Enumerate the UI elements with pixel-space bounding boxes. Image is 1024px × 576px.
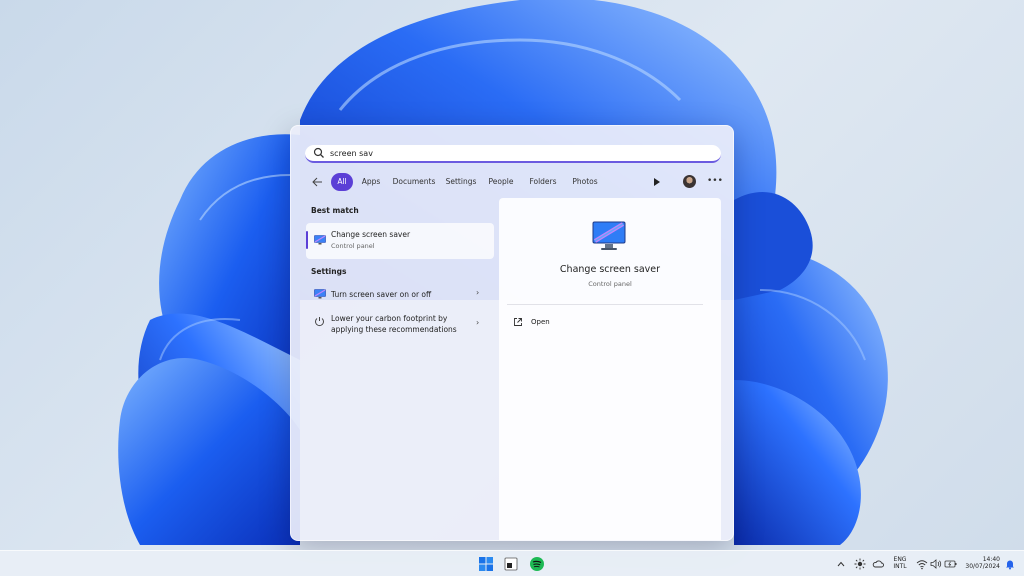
best-match-result[interactable]: Change screen saver Control panel xyxy=(306,223,494,259)
taskbar: ENG INTL 14:40 30/07/2024 xyxy=(0,550,1024,576)
monitor-icon xyxy=(592,221,626,250)
chevron-right-icon: › xyxy=(476,318,480,327)
chevron-up-icon[interactable] xyxy=(836,559,846,569)
brightness-icon[interactable] xyxy=(854,558,866,570)
more-icon[interactable]: ••• xyxy=(707,176,723,186)
wifi-icon[interactable] xyxy=(916,558,928,570)
leaf-icon xyxy=(315,317,324,327)
play-icon[interactable] xyxy=(653,177,661,187)
settings-result-screen-saver[interactable]: Turn screen saver on or off › xyxy=(306,284,494,304)
settings-result-title-line2: applying these recommendations xyxy=(331,325,457,334)
detail-subtitle: Control panel xyxy=(588,280,632,288)
settings-header: Settings xyxy=(311,267,347,276)
filter-tabs: All Apps Documents Settings People Folde… xyxy=(311,173,723,191)
results-list: Best match Change screen saver Control p… xyxy=(291,198,499,540)
monitor-icon xyxy=(314,235,326,245)
clock-date: 30/07/2024 xyxy=(965,563,1000,570)
selection-indicator xyxy=(306,231,308,249)
filter-tab-all[interactable]: All xyxy=(331,173,353,191)
settings-result-title: Turn screen saver on or off xyxy=(331,290,432,299)
result-detail-pane: Change screen saver Control panel Open xyxy=(499,198,721,540)
spotify-icon[interactable] xyxy=(529,556,545,572)
settings-result-title-line1: Lower your carbon footprint by xyxy=(331,314,448,323)
open-external-icon xyxy=(514,318,522,326)
filter-tab-apps[interactable]: Apps xyxy=(357,173,385,191)
language-line1: ENG xyxy=(893,556,907,563)
best-match-title: Change screen saver xyxy=(331,230,411,239)
divider xyxy=(507,304,703,305)
cloud-icon[interactable] xyxy=(872,558,884,570)
open-action-label: Open xyxy=(531,318,550,326)
clock-time: 14:40 xyxy=(982,556,1000,563)
best-match-subtitle: Control panel xyxy=(331,242,375,250)
battery-icon[interactable] xyxy=(944,558,958,570)
avatar[interactable] xyxy=(683,175,696,188)
back-arrow-icon[interactable] xyxy=(311,176,323,188)
search-icon xyxy=(313,147,324,158)
filter-tab-documents[interactable]: Documents xyxy=(389,173,439,191)
windows-start-icon[interactable] xyxy=(478,556,494,572)
chevron-right-icon: › xyxy=(476,288,480,297)
detail-title: Change screen saver xyxy=(559,264,661,275)
file-explorer-icon[interactable] xyxy=(503,556,519,572)
language-indicator[interactable]: ENG INTL xyxy=(890,556,910,570)
search-box[interactable] xyxy=(305,145,721,163)
filter-tab-folders[interactable]: Folders xyxy=(523,173,563,191)
windows-search-panel: All Apps Documents Settings People Folde… xyxy=(290,125,734,541)
search-input[interactable] xyxy=(330,148,690,158)
filter-tab-people[interactable]: People xyxy=(483,173,519,191)
best-match-header: Best match xyxy=(311,206,359,215)
filter-tab-settings[interactable]: Settings xyxy=(443,173,479,191)
monitor-icon xyxy=(314,289,326,299)
language-line2: INTL xyxy=(893,563,907,570)
notification-bell-icon[interactable] xyxy=(1004,558,1016,570)
filter-tab-photos[interactable]: Photos xyxy=(567,173,603,191)
settings-result-carbon-footprint[interactable]: Lower your carbon footprint by applying … xyxy=(306,310,494,338)
clock[interactable]: 14:40 30/07/2024 xyxy=(962,556,1000,570)
open-action[interactable]: Open xyxy=(513,316,550,328)
volume-icon[interactable] xyxy=(930,558,942,570)
